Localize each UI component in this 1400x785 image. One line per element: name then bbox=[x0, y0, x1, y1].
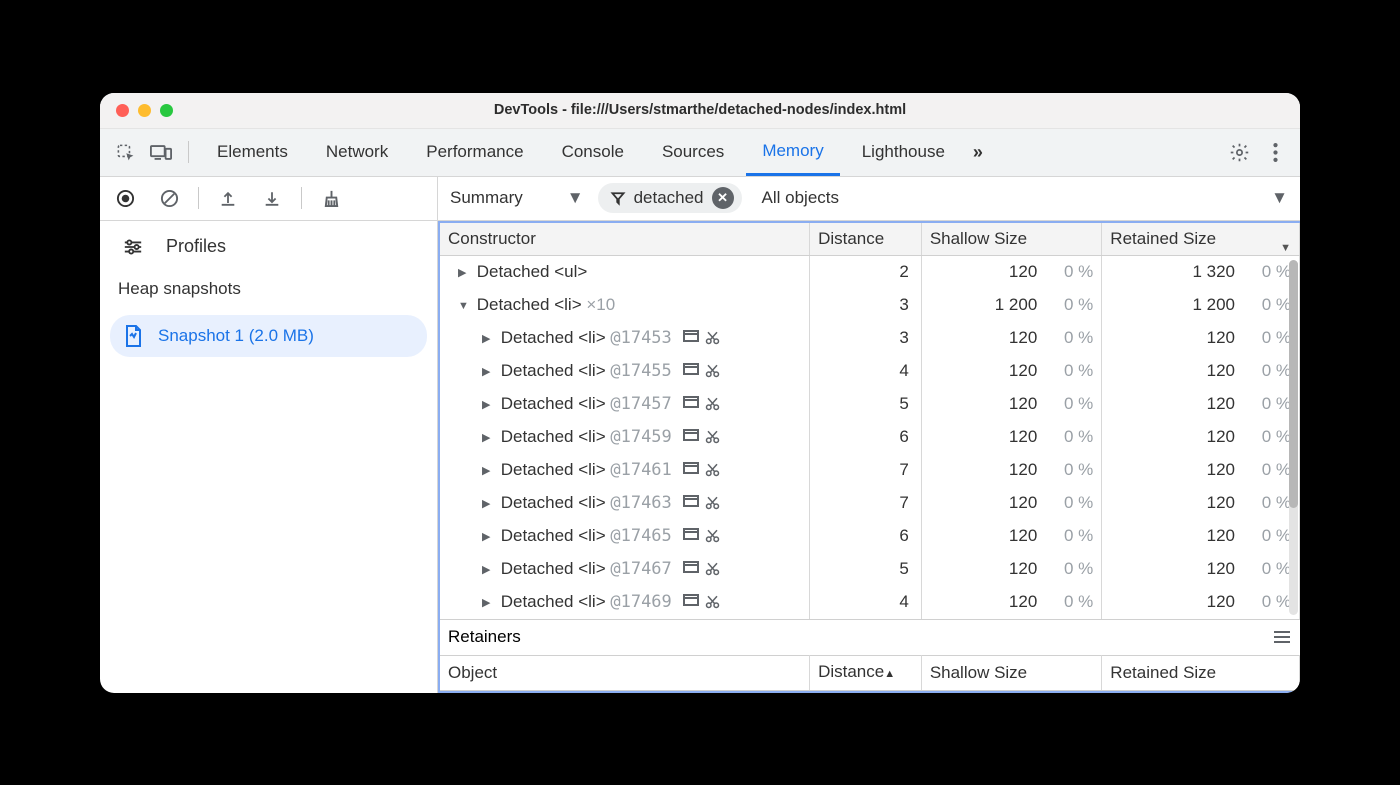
snapshot-name: Snapshot 1 bbox=[158, 326, 244, 345]
element-icon[interactable] bbox=[683, 528, 699, 543]
chevron-down-icon: ▼ bbox=[567, 188, 584, 208]
minimize-icon[interactable] bbox=[138, 104, 151, 117]
tab-network[interactable]: Network bbox=[310, 129, 404, 176]
gear-icon[interactable] bbox=[1224, 137, 1254, 167]
profiles-label: Profiles bbox=[166, 236, 226, 257]
table-row[interactable]: ▶ Detached <li> @17453 31200 %1200 % bbox=[440, 322, 1300, 355]
main-panel: Summary ▼ detached ✕ All objects ▼ bbox=[438, 177, 1300, 693]
more-tabs-icon[interactable]: » bbox=[967, 142, 989, 163]
window-title: DevTools - file:///Users/stmarthe/detach… bbox=[100, 102, 1300, 118]
tab-elements[interactable]: Elements bbox=[201, 129, 304, 176]
scissors-icon[interactable] bbox=[705, 363, 720, 378]
clear-icon[interactable] bbox=[154, 183, 184, 213]
table-row[interactable]: ▶ Detached <ul>21200 %1 3200 % bbox=[440, 256, 1300, 289]
col-distance[interactable]: Distance bbox=[810, 223, 922, 256]
summary-dropdown[interactable]: Summary ▼ bbox=[450, 188, 584, 208]
heap-grid: Constructor Distance Shallow Size Retain… bbox=[438, 221, 1300, 693]
divider bbox=[188, 141, 189, 163]
device-toolbar-icon[interactable] bbox=[146, 137, 176, 167]
col-shallow[interactable]: Shallow Size bbox=[921, 223, 1101, 256]
snapshot-size: (2.0 MB) bbox=[249, 326, 314, 345]
snapshot-file-icon bbox=[124, 325, 142, 347]
divider bbox=[301, 187, 302, 209]
scissors-icon[interactable] bbox=[705, 396, 720, 411]
chevron-down-icon: ▼ bbox=[1271, 188, 1288, 208]
table-row[interactable]: ▶ Detached <li> @17461 71200 %1200 % bbox=[440, 454, 1300, 487]
table-row[interactable]: ▶ Detached <li> @17459 61200 %1200 % bbox=[440, 421, 1300, 454]
zoom-icon[interactable] bbox=[160, 104, 173, 117]
table-row[interactable]: ▶ Detached <li> @17457 51200 %1200 % bbox=[440, 388, 1300, 421]
element-icon[interactable] bbox=[683, 561, 699, 576]
element-icon[interactable] bbox=[683, 594, 699, 609]
record-icon[interactable] bbox=[110, 183, 140, 213]
gc-broom-icon[interactable] bbox=[316, 183, 346, 213]
scrollbar[interactable] bbox=[1289, 260, 1298, 615]
filter-icon bbox=[610, 190, 626, 206]
retainers-col-object[interactable]: Object bbox=[440, 655, 810, 690]
scissors-icon[interactable] bbox=[705, 330, 720, 345]
scissors-icon[interactable] bbox=[705, 462, 720, 477]
scissors-icon[interactable] bbox=[705, 561, 720, 576]
table-row[interactable]: ▶ Detached <li> @17455 41200 %1200 % bbox=[440, 355, 1300, 388]
tab-console[interactable]: Console bbox=[546, 129, 640, 176]
element-icon[interactable] bbox=[683, 495, 699, 510]
inspect-icon[interactable] bbox=[110, 137, 140, 167]
close-icon[interactable] bbox=[116, 104, 129, 117]
scissors-icon[interactable] bbox=[705, 528, 720, 543]
objects-filter-label: All objects bbox=[762, 188, 839, 208]
table-row[interactable]: ▶ Detached <li> @17465 61200 %1200 % bbox=[440, 520, 1300, 553]
scrollbar-thumb[interactable] bbox=[1289, 260, 1298, 509]
objects-filter-dropdown[interactable]: All objects ▼ bbox=[762, 188, 1288, 208]
col-retained[interactable]: Retained Size bbox=[1102, 223, 1300, 256]
filter-text: detached bbox=[634, 188, 704, 208]
titlebar: DevTools - file:///Users/stmarthe/detach… bbox=[100, 93, 1300, 129]
upload-icon[interactable] bbox=[213, 183, 243, 213]
element-icon[interactable] bbox=[683, 363, 699, 378]
element-icon[interactable] bbox=[683, 396, 699, 411]
sidebar-section-label: Heap snapshots bbox=[100, 273, 437, 313]
window-controls bbox=[116, 104, 173, 117]
tab-sources[interactable]: Sources bbox=[646, 129, 740, 176]
retainers-label: Retainers bbox=[448, 627, 521, 647]
scissors-icon[interactable] bbox=[705, 495, 720, 510]
tab-memory[interactable]: Memory bbox=[746, 129, 839, 176]
element-icon[interactable] bbox=[683, 462, 699, 477]
download-icon[interactable] bbox=[257, 183, 287, 213]
retainers-col-retained[interactable]: Retained Size bbox=[1102, 655, 1300, 690]
table-row[interactable]: ▶ Detached <li> @17467 51200 %1200 % bbox=[440, 553, 1300, 586]
scissors-icon[interactable] bbox=[705, 429, 720, 444]
summary-label: Summary bbox=[450, 188, 523, 208]
element-icon[interactable] bbox=[683, 330, 699, 345]
panel-tabbar: ElementsNetworkPerformanceConsoleSources… bbox=[100, 129, 1300, 177]
filter-pill[interactable]: detached ✕ bbox=[598, 183, 742, 213]
retainers-col-shallow[interactable]: Shallow Size bbox=[921, 655, 1101, 690]
retainers-header[interactable]: Retainers bbox=[440, 619, 1300, 655]
table-row[interactable]: ▼ Detached <li> ×1031 2000 %1 2000 % bbox=[440, 289, 1300, 322]
kebab-icon[interactable] bbox=[1260, 137, 1290, 167]
menu-icon[interactable] bbox=[1274, 631, 1290, 643]
scissors-icon[interactable] bbox=[705, 594, 720, 609]
profiles-header[interactable]: Profiles bbox=[100, 221, 437, 273]
sidebar: Profiles Heap snapshots Snapshot 1 (2.0 … bbox=[100, 177, 438, 693]
retainers-col-distance[interactable]: Distance▲ bbox=[810, 655, 922, 690]
main-toolbar: Summary ▼ detached ✕ All objects ▼ bbox=[438, 177, 1300, 221]
clear-filter-icon[interactable]: ✕ bbox=[712, 187, 734, 209]
tab-performance[interactable]: Performance bbox=[410, 129, 539, 176]
divider bbox=[198, 187, 199, 209]
sidebar-toolbar bbox=[100, 177, 437, 221]
tab-lighthouse[interactable]: Lighthouse bbox=[846, 129, 961, 176]
table-row[interactable]: ▶ Detached <li> @17463 71200 %1200 % bbox=[440, 487, 1300, 520]
table-row[interactable]: ▶ Detached <li> @17469 41200 %1200 % bbox=[440, 586, 1300, 619]
element-icon[interactable] bbox=[683, 429, 699, 444]
sidebar-item-snapshot[interactable]: Snapshot 1 (2.0 MB) bbox=[110, 315, 427, 357]
devtools-window: DevTools - file:///Users/stmarthe/detach… bbox=[100, 93, 1300, 693]
col-constructor[interactable]: Constructor bbox=[440, 223, 810, 256]
sliders-icon bbox=[118, 232, 148, 262]
